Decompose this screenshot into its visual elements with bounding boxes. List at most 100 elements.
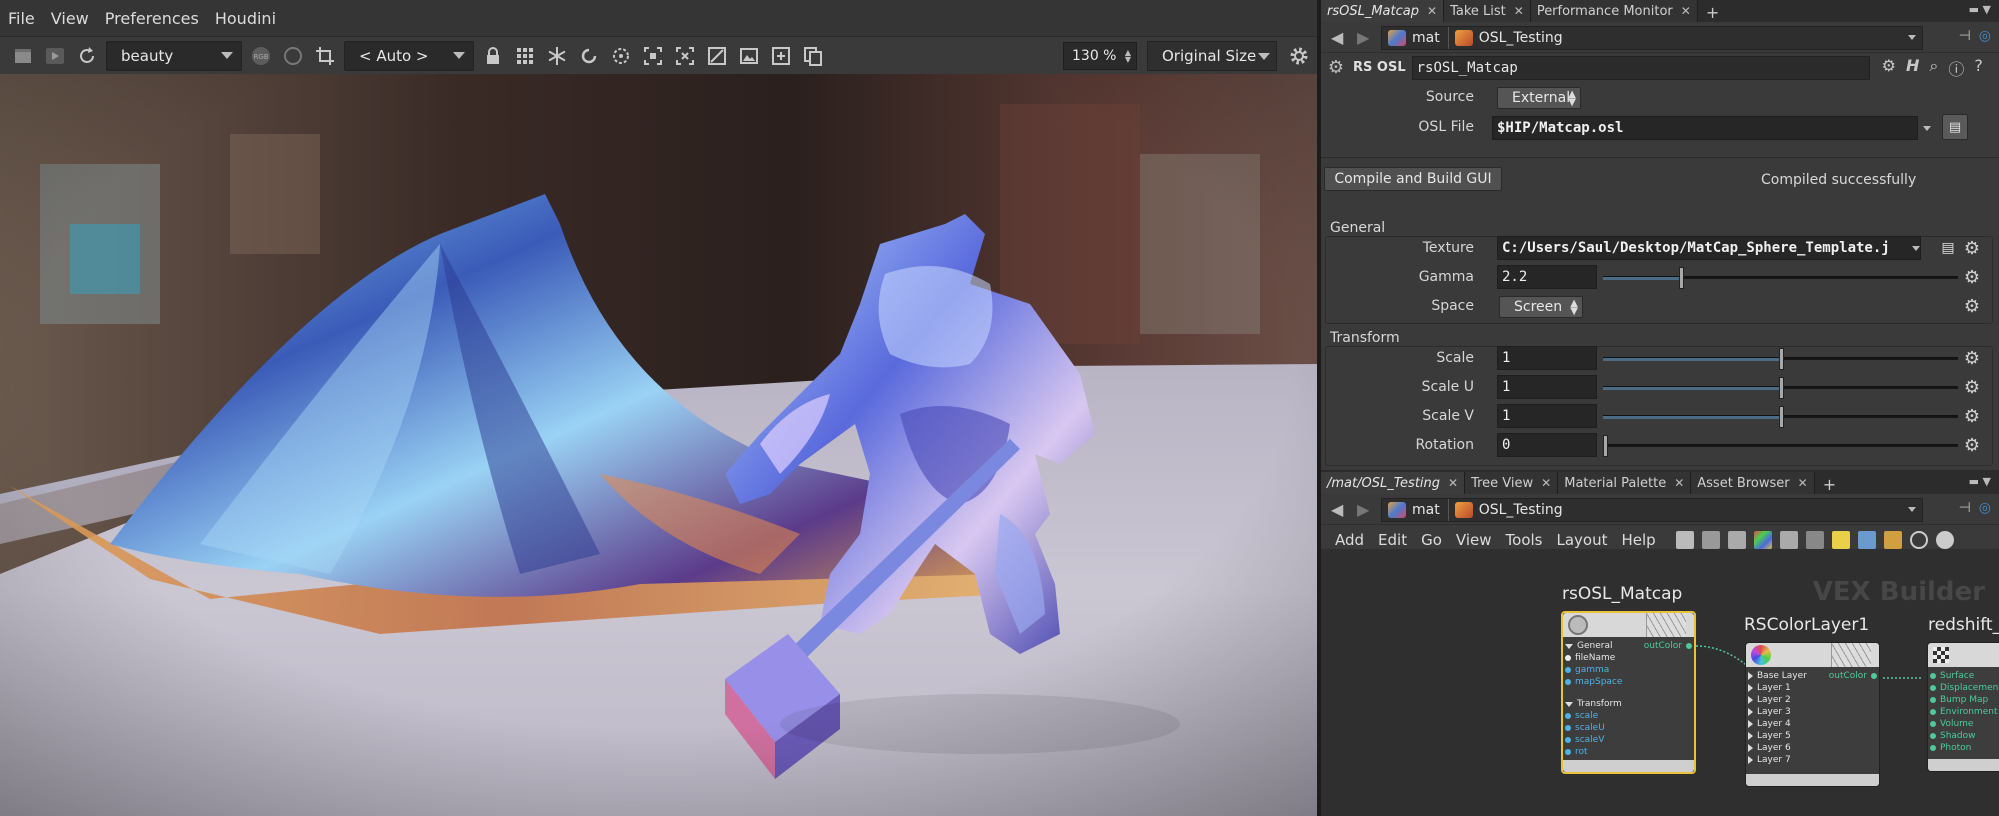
tree-icon[interactable] — [1701, 530, 1720, 549]
pane-menu-icon[interactable]: ▬ ▼ — [1969, 475, 1991, 488]
pin-icon[interactable]: ⊣ — [1959, 500, 1971, 516]
network-editor[interactable]: VEX Builder rsOSL_Matcap General fileNam… — [1321, 549, 1999, 816]
search-icon[interactable] — [1909, 530, 1928, 549]
close-icon[interactable]: ✕ — [1427, 4, 1437, 18]
info-icon[interactable]: ⓘ — [1948, 56, 1964, 80]
scalev-field[interactable]: 1 — [1497, 404, 1597, 428]
folder-icon[interactable] — [1883, 530, 1902, 549]
region-icon[interactable] — [280, 43, 306, 69]
menu-preferences[interactable]: Preferences — [103, 7, 201, 30]
forward-arrow-icon[interactable]: ▶ — [1357, 500, 1373, 519]
search-icon[interactable]: ⌕ — [1929, 56, 1938, 80]
port-outcolor[interactable]: outColor — [1644, 641, 1692, 651]
snowflake-icon[interactable] — [544, 43, 570, 69]
node-flags[interactable] — [1831, 643, 1871, 667]
gear-icon[interactable]: ⚙ — [1962, 348, 1982, 369]
port-shadow[interactable]: Shadow — [1930, 731, 1976, 741]
node-rsosl-matcap[interactable]: General fileName gamma mapSpace Transfor… — [1561, 611, 1696, 774]
gear-icon[interactable]: ⚙ — [1962, 435, 1982, 456]
frame-icon[interactable] — [640, 43, 666, 69]
close-icon[interactable]: ✕ — [1514, 4, 1524, 18]
gear-icon[interactable]: ⚙ — [1962, 238, 1982, 259]
port-surface[interactable]: Surface — [1930, 671, 1974, 681]
color-correct-icon[interactable] — [704, 43, 730, 69]
slider-handle[interactable] — [1679, 267, 1685, 289]
rgb-icon[interactable]: RGB — [248, 43, 274, 69]
focus-icon[interactable] — [608, 43, 634, 69]
eye-icon[interactable] — [1935, 530, 1954, 549]
gear-icon[interactable]: ⚙ — [1962, 267, 1982, 288]
menu-help[interactable]: Help — [1621, 531, 1655, 549]
source-menu[interactable]: External ▲ ▼ — [1497, 87, 1581, 109]
node-redshift-material[interactable]: Surface Displacement Bump Map Environmen… — [1927, 642, 1999, 772]
sticky-note-icon[interactable] — [1831, 530, 1850, 549]
node-flags[interactable] — [1646, 613, 1686, 637]
add-tab-icon[interactable]: + — [1815, 475, 1844, 494]
port-gamma[interactable]: gamma — [1565, 665, 1609, 675]
network-box-icon[interactable] — [1805, 530, 1824, 549]
path-crumb-context[interactable]: mat — [1382, 27, 1449, 49]
file-chooser-icon[interactable]: ▤ — [1938, 238, 1958, 258]
slider-handle[interactable] — [1603, 435, 1608, 457]
back-arrow-icon[interactable]: ◀ — [1331, 28, 1347, 47]
zoom-field[interactable]: 130 % ▲ ▼ — [1063, 42, 1137, 70]
port-layer-6[interactable]: Layer 6 — [1748, 743, 1791, 753]
chevron-down-icon[interactable] — [1908, 35, 1916, 40]
port-displacement[interactable]: Displacement — [1930, 683, 1999, 693]
gamma-slider[interactable] — [1603, 267, 1958, 289]
stepper-icon[interactable]: ▲ ▼ — [1125, 49, 1131, 64]
menu-go[interactable]: Go — [1421, 531, 1442, 549]
render-viewport[interactable] — [0, 74, 1317, 816]
tab-asset-browser[interactable]: Asset Browser ✕ — [1691, 472, 1815, 494]
tab-tree-view[interactable]: Tree View ✕ — [1465, 472, 1559, 494]
snapshot-add-icon[interactable] — [768, 43, 794, 69]
port-group-transform[interactable]: Transform — [1565, 699, 1622, 709]
slider-handle[interactable] — [1778, 377, 1784, 399]
port-layer-2[interactable]: Layer 2 — [1748, 695, 1791, 705]
help-icon[interactable]: ? — [1974, 56, 1983, 80]
port-layer-1[interactable]: Layer 1 — [1748, 683, 1791, 693]
help-h-icon[interactable]: H — [1906, 56, 1919, 80]
gear-icon[interactable]: ⚙ — [1962, 377, 1982, 398]
tab-take-list[interactable]: Take List ✕ — [1444, 0, 1531, 22]
menu-tools[interactable]: Tools — [1506, 531, 1543, 549]
port-filename[interactable]: fileName — [1565, 653, 1615, 663]
slider-handle[interactable] — [1778, 406, 1784, 428]
list-icon[interactable] — [1727, 530, 1746, 549]
node-header[interactable] — [1928, 643, 1999, 667]
menu-layout[interactable]: Layout — [1556, 531, 1607, 549]
pane-menu-icon[interactable]: ▬ ▼ — [1969, 3, 1991, 16]
menu-edit[interactable]: Edit — [1378, 531, 1407, 549]
menu-file[interactable]: File — [6, 7, 37, 30]
port-volume[interactable]: Volume — [1930, 719, 1973, 729]
rotation-slider[interactable] — [1603, 435, 1958, 457]
tab-performance-monitor[interactable]: Performance Monitor ✕ — [1530, 0, 1698, 22]
lock-icon[interactable] — [480, 43, 506, 69]
port-photon[interactable]: Photon — [1930, 743, 1971, 753]
path-field[interactable]: mat OSL_Testing — [1381, 498, 1923, 522]
port-layer-5[interactable]: Layer 5 — [1748, 731, 1791, 741]
scale-field[interactable]: 1 — [1497, 346, 1597, 370]
region-select-icon[interactable] — [672, 43, 698, 69]
scale-slider[interactable] — [1603, 348, 1958, 370]
add-tab-icon[interactable]: + — [1698, 3, 1727, 22]
gear-icon[interactable]: ⚙ — [1325, 57, 1347, 79]
gear-icon[interactable]: ⚙ — [1882, 56, 1896, 80]
link-icon[interactable]: ◎ — [1979, 28, 1991, 44]
render-play-icon[interactable] — [42, 43, 68, 69]
port-environment[interactable]: Environment — [1930, 707, 1997, 717]
gear-icon[interactable]: ⚙ — [1962, 296, 1982, 317]
chevron-down-icon[interactable] — [1908, 507, 1916, 512]
tab-material-palette[interactable]: Material Palette ✕ — [1558, 472, 1692, 494]
port-group-general[interactable]: General — [1565, 641, 1612, 651]
node-name-field[interactable]: rsOSL_Matcap — [1411, 55, 1870, 80]
port-outcolor[interactable]: outColor — [1829, 671, 1877, 681]
forward-arrow-icon[interactable]: ▶ — [1357, 28, 1373, 47]
scaleu-slider[interactable] — [1603, 377, 1958, 399]
close-icon[interactable]: ✕ — [1798, 476, 1808, 490]
port-layer-3[interactable]: Layer 3 — [1748, 707, 1791, 717]
grid-view-icon[interactable] — [1779, 530, 1798, 549]
menu-view[interactable]: View — [49, 7, 91, 30]
camera-dropdown[interactable]: < Auto > — [344, 40, 474, 71]
node-header[interactable] — [1563, 613, 1694, 637]
